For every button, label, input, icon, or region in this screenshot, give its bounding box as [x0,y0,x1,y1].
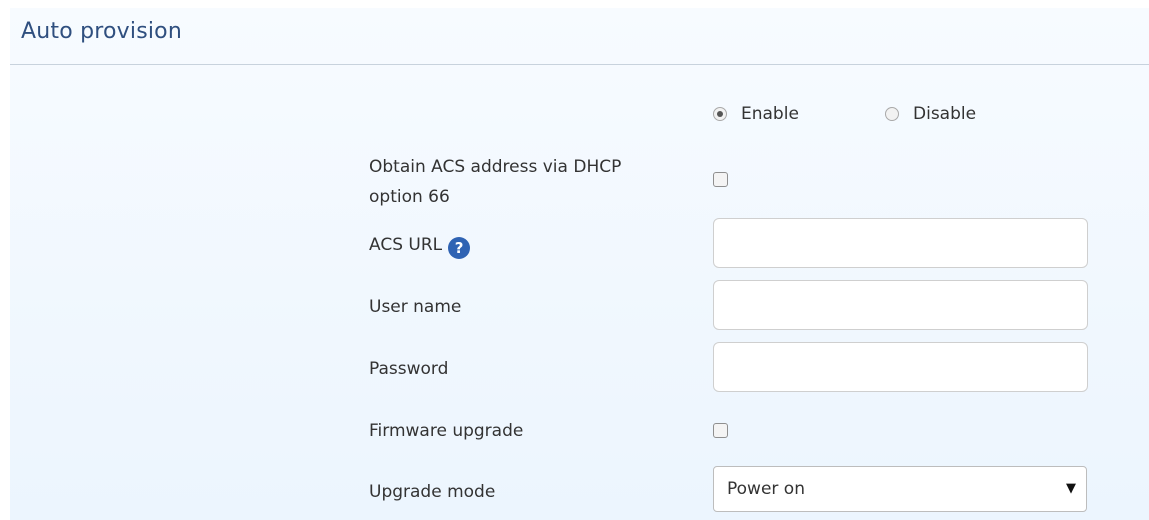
dropdown-arrow-icon: ▼ [1066,481,1076,496]
radio-selected-icon[interactable] [713,107,727,121]
acs-url-label: ACS URL [369,235,443,255]
enable-radio-label: Enable [741,104,799,124]
password-label: Password [369,359,449,379]
radio-unselected-icon[interactable] [885,107,899,121]
firmware-upgrade-checkbox[interactable] [713,423,728,438]
dhcp-option-66-checkbox[interactable] [713,172,728,187]
password-input[interactable] [713,342,1088,392]
upgrade-mode-label: Upgrade mode [369,482,496,502]
firmware-upgrade-label: Firmware upgrade [369,421,524,441]
title-divider [10,64,1149,65]
dhcp-option-66-label-line2: option 66 [369,187,450,207]
acs-url-label-row: ACS URL? [369,230,471,260]
disable-radio-label: Disable [913,104,977,124]
question-mark-icon[interactable]: ? [448,237,471,259]
upgrade-mode-value: Power on [727,479,805,499]
username-input[interactable] [713,280,1088,330]
enable-radio[interactable]: Enable [713,104,799,124]
username-label: User name [369,297,462,317]
disable-radio[interactable]: Disable [885,104,976,124]
upgrade-mode-select[interactable]: Power on ▼ [713,466,1087,512]
acs-url-input[interactable] [713,218,1088,268]
dhcp-option-66-label-line1: Obtain ACS address via DHCP [369,157,622,177]
panel-title: Auto provision [21,19,182,44]
